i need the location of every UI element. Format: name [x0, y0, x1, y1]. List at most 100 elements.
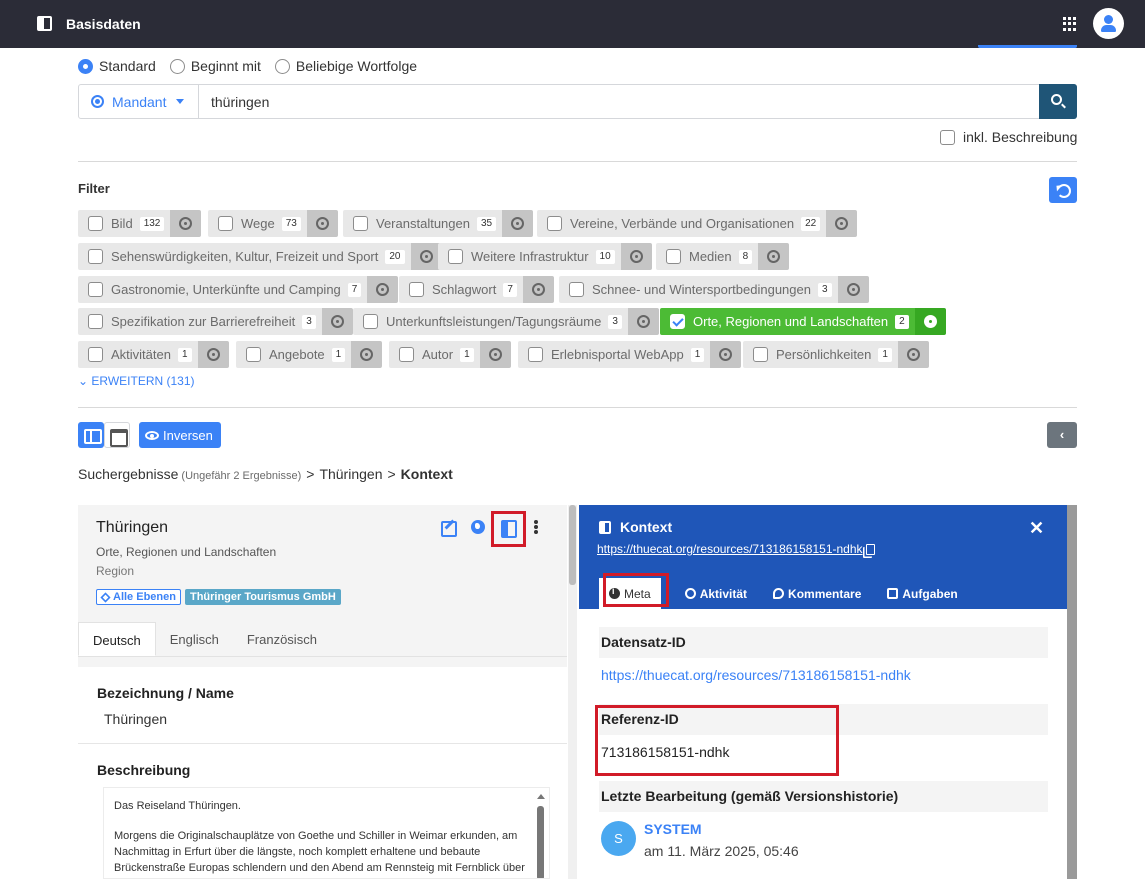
filter-chip[interactable]: Vereine, Verbände und Organisationen 22 [537, 210, 858, 237]
filter-chip[interactable]: Spezifikation zur Barrierefreiheit 3 [78, 308, 353, 335]
scope-dropdown[interactable]: Mandant [79, 85, 199, 118]
target-icon[interactable] [170, 210, 202, 237]
filter-chip[interactable]: Wege 73 [208, 210, 338, 237]
globe-icon[interactable] [469, 518, 487, 536]
avatar: S [601, 821, 636, 856]
breadcrumb-current: Kontext [400, 466, 453, 482]
filter-chip[interactable]: Erlebnisportal WebApp 1 [518, 341, 742, 368]
breadcrumb-root[interactable]: Suchergebnisse [78, 466, 178, 482]
app-title: Basisdaten [66, 16, 141, 32]
reset-filter-button[interactable] [1049, 177, 1077, 203]
target-icon[interactable] [897, 341, 929, 368]
language-tabs: Deutsch Englisch Französisch [78, 622, 567, 657]
apps-grid-icon[interactable] [1063, 17, 1077, 31]
filter-chip[interactable]: Veranstaltungen 35 [343, 210, 534, 237]
layers-icon [100, 591, 111, 603]
tasks-icon [887, 588, 899, 599]
target-icon[interactable] [306, 210, 338, 237]
dataset-id-label: Datensatz-ID [599, 627, 1048, 658]
target-icon[interactable] [479, 341, 511, 368]
target-icon[interactable] [826, 210, 858, 237]
copy-icon[interactable] [865, 543, 875, 555]
filter-chip[interactable]: Gastronomie, Unterkünfte und Camping 7 [78, 276, 399, 303]
split-view-button[interactable] [78, 422, 104, 448]
context-scrollbar[interactable] [1067, 505, 1077, 879]
top-bar: Basisdaten [0, 0, 1145, 48]
target-icon[interactable] [410, 243, 442, 270]
target-icon[interactable] [620, 243, 652, 270]
target-icon[interactable] [710, 341, 742, 368]
badges: Alle Ebenen Thüringer Tourismus GmbH [96, 589, 341, 605]
search-button[interactable] [1039, 84, 1077, 119]
filter-chip[interactable]: Angebote 1 [236, 341, 383, 368]
filter-chip[interactable]: Bild 132 [78, 210, 202, 237]
target-icon[interactable] [321, 308, 353, 335]
header-accent [978, 45, 1077, 48]
include-description-toggle[interactable]: inkl. Beschreibung [940, 129, 1077, 145]
collapse-panel-button[interactable]: ‹ [1047, 422, 1077, 448]
filter-chip-active[interactable]: Orte, Regionen und Landschaften 2 [660, 308, 946, 335]
expand-filters-link[interactable]: ⌄ ERWEITERN (131) [78, 374, 195, 388]
single-view-button[interactable] [104, 422, 130, 448]
tab-deutsch[interactable]: Deutsch [78, 622, 156, 656]
tab-franzoesisch[interactable]: Französisch [233, 622, 331, 656]
description-label: Beschreibung [97, 762, 191, 778]
more-options-icon[interactable] [527, 518, 545, 536]
description-text: Das Reiseland Thüringen. Morgens die Ori… [103, 787, 550, 879]
tab-aufgaben[interactable]: Aufgaben [877, 578, 967, 609]
last-edit-label: Letzte Bearbeitung (gemäß Versionshistor… [599, 781, 1048, 812]
radio-any-word-order[interactable]: Beliebige Wortfolge [274, 58, 417, 74]
target-icon[interactable] [837, 276, 869, 303]
sidebar-toggle-icon[interactable] [37, 16, 52, 31]
detail-scrollbar[interactable] [568, 505, 577, 879]
highlight-box [595, 705, 839, 776]
inverse-button[interactable]: Inversen [139, 422, 221, 448]
description-scrollbar[interactable] [536, 790, 545, 878]
search-icon [1051, 94, 1062, 105]
editor-name[interactable]: SYSTEM [644, 821, 702, 837]
close-icon[interactable]: ✕ [1029, 518, 1044, 539]
filter-chip[interactable]: Autor 1 [389, 341, 511, 368]
target-icon[interactable] [522, 276, 554, 303]
dataset-id-link[interactable]: https://thuecat.org/resources/7131861581… [601, 667, 911, 683]
filter-chip[interactable]: Schlagwort 7 [399, 276, 554, 303]
search-bar: Mandant [78, 84, 1077, 119]
detail-panel: Thüringen Orte, Regionen und Landschafte… [78, 505, 567, 879]
target-icon[interactable] [502, 210, 534, 237]
result-count-hint: (Ungefähr 2 Ergebnisse) [181, 470, 302, 482]
levels-badge: Alle Ebenen [96, 589, 181, 605]
context-url-link[interactable]: https://thuecat.org/resources/7131861581… [597, 542, 875, 556]
filter-title: Filter [78, 181, 110, 196]
include-description-checkbox[interactable] [940, 129, 955, 145]
detail-title: Thüringen [96, 519, 169, 536]
search-input[interactable] [199, 85, 1039, 118]
target-icon[interactable] [627, 308, 659, 335]
filter-chip[interactable]: Medien 8 [656, 243, 790, 270]
chevron-down-icon [176, 99, 185, 104]
highlight-box [603, 573, 669, 607]
target-icon[interactable] [351, 341, 383, 368]
target-icon[interactable] [758, 243, 790, 270]
target-icon[interactable] [197, 341, 229, 368]
filter-chip[interactable]: Weitere Infrastruktur 10 [438, 243, 652, 270]
tab-kommentare[interactable]: Kommentare [763, 578, 871, 609]
breadcrumb: Suchergebnisse (Ungefähr 2 Ergebnisse) >… [78, 466, 453, 482]
radio-standard[interactable]: Standard [78, 58, 156, 74]
comments-icon [773, 588, 785, 599]
edit-icon[interactable] [440, 518, 458, 537]
breadcrumb-level1[interactable]: Thüringen [319, 466, 382, 482]
filter-chip[interactable]: Unterkunftsleistungen/Tagungsräume 3 [353, 308, 659, 335]
divider [78, 161, 1077, 162]
filter-chip[interactable]: Persönlichkeiten 1 [743, 341, 929, 368]
filter-chip[interactable]: Aktivitäten 1 [78, 341, 229, 368]
target-icon[interactable] [914, 308, 946, 335]
tab-englisch[interactable]: Englisch [156, 622, 233, 656]
radio-begins-with[interactable]: Beginnt mit [169, 58, 261, 74]
target-icon[interactable] [367, 276, 399, 303]
tab-aktivitaet[interactable]: Aktivität [675, 578, 757, 609]
org-badge: Thüringer Tourismus GmbH [184, 589, 341, 605]
user-avatar-icon[interactable] [1093, 8, 1124, 39]
context-title: Kontext [599, 519, 672, 535]
filter-chip[interactable]: Schnee- und Wintersportbedingungen 3 [559, 276, 869, 303]
filter-chip[interactable]: Sehenswürdigkeiten, Kultur, Freizeit und… [78, 243, 442, 270]
